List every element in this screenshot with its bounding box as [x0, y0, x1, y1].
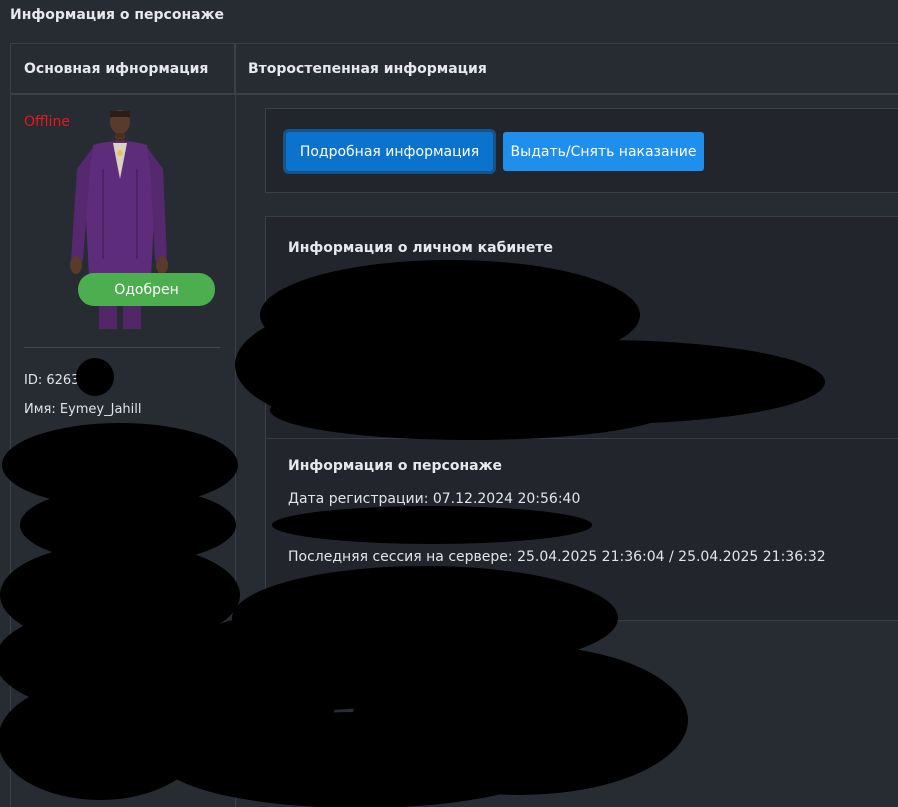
cabinet-section-title: Информация о личном кабинете: [288, 240, 553, 256]
secondary-info-column: Подробная информация Выдать/Снять наказа…: [236, 95, 898, 807]
info-card: Информация о личном кабинете Информация …: [265, 216, 898, 621]
left-divider: [24, 347, 220, 348]
page-title: Информация о персонаже: [10, 7, 225, 23]
character-panel: Основная ифнормация Второстепенная инфор…: [10, 43, 898, 807]
details-button[interactable]: Подробная информация: [286, 132, 493, 171]
secondary-info-header: Второстепенная информация: [235, 44, 898, 95]
character-section-title: Информация о персонаже: [288, 458, 503, 474]
main-info-header: Основная ифнормация: [11, 44, 235, 95]
last-session: Последняя сессия на сервере: 25.04.2025 …: [288, 549, 826, 565]
main-info-column: Offline Одобрен ID: 6263 Имя: Eymey_Jahi…: [11, 95, 235, 807]
registration-date: Дата регистрации: 07.12.2024 20:56:40: [288, 491, 581, 507]
card-divider: [266, 438, 898, 439]
punishment-button[interactable]: Выдать/Снять наказание: [503, 132, 704, 171]
approved-badge: Одобрен: [78, 273, 215, 306]
character-id: ID: 6263: [24, 373, 80, 388]
character-name: Имя: Eymey_Jahill: [24, 402, 142, 417]
action-buttons-box: Подробная информация Выдать/Снять наказа…: [265, 108, 898, 193]
